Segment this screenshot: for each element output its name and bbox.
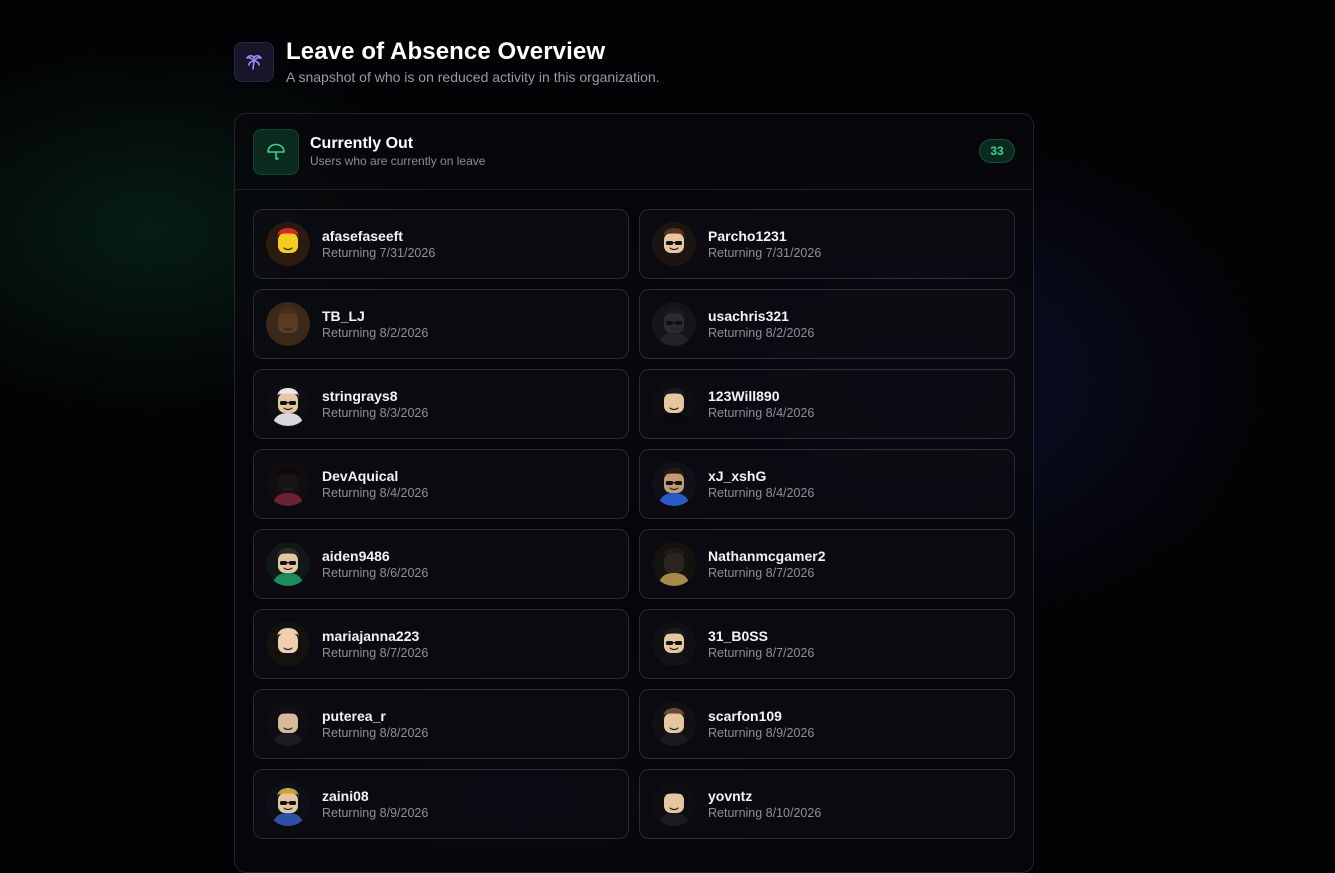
page-header: Leave of Absence Overview A snapshot of … bbox=[234, 38, 1034, 85]
user-return-date: Returning 8/7/2026 bbox=[322, 646, 428, 660]
user-name: xJ_xshG bbox=[708, 468, 814, 485]
card-titles: Currently Out Users who are currently on… bbox=[310, 135, 485, 168]
user-info: Nathanmcgamer2Returning 8/7/2026 bbox=[708, 548, 826, 580]
user-avatar bbox=[652, 702, 696, 746]
user-avatar bbox=[266, 702, 310, 746]
user-info: usachris321Returning 8/2/2026 bbox=[708, 308, 814, 340]
user-avatar bbox=[266, 382, 310, 426]
user-return-date: Returning 8/4/2026 bbox=[322, 486, 428, 500]
page-subtitle: A snapshot of who is on reduced activity… bbox=[286, 69, 660, 85]
user-return-date: Returning 8/3/2026 bbox=[322, 406, 428, 420]
user-avatar bbox=[652, 542, 696, 586]
user-name: stringrays8 bbox=[322, 388, 428, 405]
user-avatar bbox=[266, 542, 310, 586]
user-info: yovntzReturning 8/10/2026 bbox=[708, 788, 821, 820]
user-return-date: Returning 8/7/2026 bbox=[708, 566, 826, 580]
user-card[interactable]: xJ_xshGReturning 8/4/2026 bbox=[639, 449, 1015, 519]
user-name: Parcho1231 bbox=[708, 228, 821, 245]
user-info: 31_B0SSReturning 8/7/2026 bbox=[708, 628, 814, 660]
user-return-date: Returning 8/9/2026 bbox=[708, 726, 814, 740]
user-card[interactable]: usachris321Returning 8/2/2026 bbox=[639, 289, 1015, 359]
palm-tree-icon bbox=[234, 42, 274, 82]
user-return-date: Returning 8/6/2026 bbox=[322, 566, 428, 580]
user-avatar bbox=[266, 462, 310, 506]
user-avatar bbox=[266, 302, 310, 346]
user-info: xJ_xshGReturning 8/4/2026 bbox=[708, 468, 814, 500]
user-name: 31_B0SS bbox=[708, 628, 814, 645]
user-name: yovntz bbox=[708, 788, 821, 805]
user-avatar bbox=[266, 782, 310, 826]
user-name: mariajanna223 bbox=[322, 628, 428, 645]
user-return-date: Returning 7/31/2026 bbox=[322, 246, 435, 260]
user-info: afasefaseeftReturning 7/31/2026 bbox=[322, 228, 435, 260]
user-info: stringrays8Returning 8/3/2026 bbox=[322, 388, 428, 420]
user-avatar bbox=[652, 382, 696, 426]
user-card[interactable]: stringrays8Returning 8/3/2026 bbox=[253, 369, 629, 439]
user-info: aiden9486Returning 8/6/2026 bbox=[322, 548, 428, 580]
user-name: puterea_r bbox=[322, 708, 428, 725]
header-text: Leave of Absence Overview A snapshot of … bbox=[286, 38, 660, 85]
section-title: Currently Out bbox=[310, 135, 485, 153]
user-card[interactable]: zaini08Returning 8/9/2026 bbox=[253, 769, 629, 839]
user-name: afasefaseeft bbox=[322, 228, 435, 245]
user-return-date: Returning 8/7/2026 bbox=[708, 646, 814, 660]
user-name: TB_LJ bbox=[322, 308, 428, 325]
user-avatar bbox=[652, 462, 696, 506]
user-return-date: Returning 8/9/2026 bbox=[322, 806, 428, 820]
user-avatar bbox=[652, 782, 696, 826]
user-info: DevAquicalReturning 8/4/2026 bbox=[322, 468, 428, 500]
page-container: Leave of Absence Overview A snapshot of … bbox=[234, 38, 1034, 85]
currently-out-card: Currently Out Users who are currently on… bbox=[234, 113, 1034, 873]
user-name: Nathanmcgamer2 bbox=[708, 548, 826, 565]
users-grid: afasefaseeftReturning 7/31/2026 Parcho12… bbox=[253, 209, 1015, 839]
user-info: 123Will890Returning 8/4/2026 bbox=[708, 388, 814, 420]
user-card[interactable]: 123Will890Returning 8/4/2026 bbox=[639, 369, 1015, 439]
user-return-date: Returning 8/8/2026 bbox=[322, 726, 428, 740]
user-return-date: Returning 7/31/2026 bbox=[708, 246, 821, 260]
page-title: Leave of Absence Overview bbox=[286, 38, 660, 66]
user-name: zaini08 bbox=[322, 788, 428, 805]
user-name: 123Will890 bbox=[708, 388, 814, 405]
user-card[interactable]: puterea_rReturning 8/8/2026 bbox=[253, 689, 629, 759]
user-info: scarfon109Returning 8/9/2026 bbox=[708, 708, 814, 740]
user-info: zaini08Returning 8/9/2026 bbox=[322, 788, 428, 820]
user-avatar bbox=[652, 222, 696, 266]
user-card[interactable]: TB_LJReturning 8/2/2026 bbox=[253, 289, 629, 359]
user-info: mariajanna223Returning 8/7/2026 bbox=[322, 628, 428, 660]
umbrella-icon bbox=[253, 129, 299, 175]
user-card[interactable]: afasefaseeftReturning 7/31/2026 bbox=[253, 209, 629, 279]
user-name: usachris321 bbox=[708, 308, 814, 325]
user-card[interactable]: Nathanmcgamer2Returning 8/7/2026 bbox=[639, 529, 1015, 599]
user-name: aiden9486 bbox=[322, 548, 428, 565]
user-avatar bbox=[266, 222, 310, 266]
user-info: Parcho1231Returning 7/31/2026 bbox=[708, 228, 821, 260]
user-avatar bbox=[652, 622, 696, 666]
count-badge: 33 bbox=[979, 139, 1015, 163]
user-card[interactable]: yovntzReturning 8/10/2026 bbox=[639, 769, 1015, 839]
user-avatar bbox=[652, 302, 696, 346]
user-card[interactable]: DevAquicalReturning 8/4/2026 bbox=[253, 449, 629, 519]
user-return-date: Returning 8/10/2026 bbox=[708, 806, 821, 820]
user-name: scarfon109 bbox=[708, 708, 814, 725]
user-card[interactable]: 31_B0SSReturning 8/7/2026 bbox=[639, 609, 1015, 679]
user-return-date: Returning 8/4/2026 bbox=[708, 486, 814, 500]
user-card[interactable]: mariajanna223Returning 8/7/2026 bbox=[253, 609, 629, 679]
user-return-date: Returning 8/2/2026 bbox=[322, 326, 428, 340]
user-card[interactable]: Parcho1231Returning 7/31/2026 bbox=[639, 209, 1015, 279]
user-card[interactable]: aiden9486Returning 8/6/2026 bbox=[253, 529, 629, 599]
section-subtitle: Users who are currently on leave bbox=[310, 154, 485, 168]
user-info: TB_LJReturning 8/2/2026 bbox=[322, 308, 428, 340]
user-card[interactable]: scarfon109Returning 8/9/2026 bbox=[639, 689, 1015, 759]
user-name: DevAquical bbox=[322, 468, 428, 485]
card-header: Currently Out Users who are currently on… bbox=[235, 114, 1033, 190]
user-info: puterea_rReturning 8/8/2026 bbox=[322, 708, 428, 740]
user-return-date: Returning 8/2/2026 bbox=[708, 326, 814, 340]
user-avatar bbox=[266, 622, 310, 666]
user-return-date: Returning 8/4/2026 bbox=[708, 406, 814, 420]
